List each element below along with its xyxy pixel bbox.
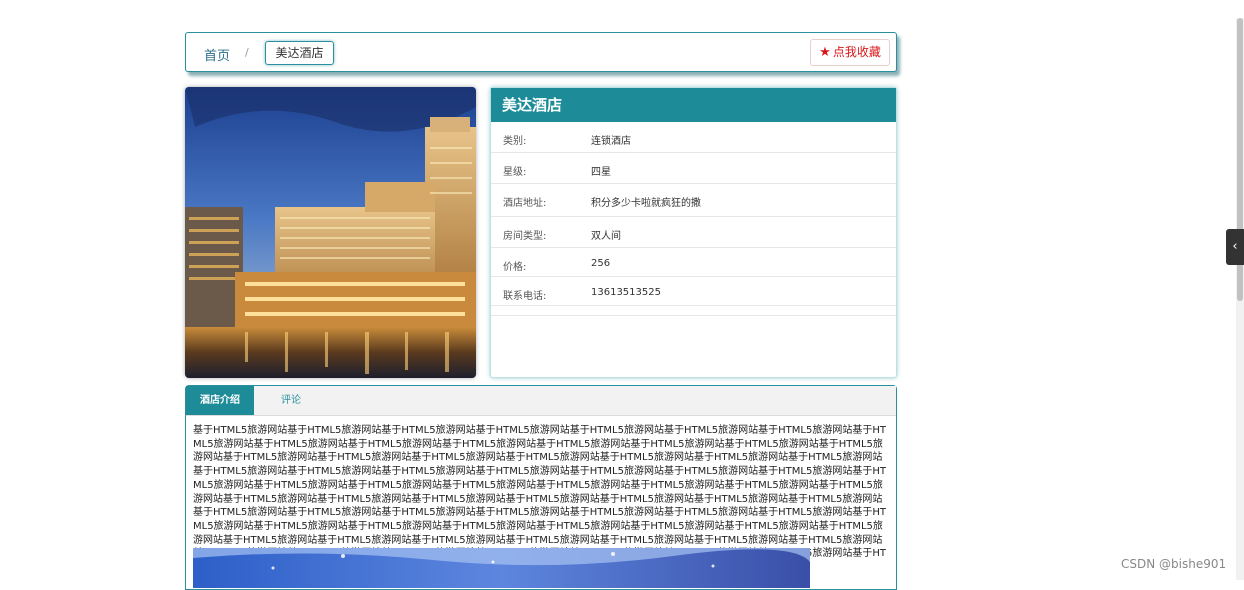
info-value: 256 [591,258,611,269]
tab-comments[interactable]: 评论 [258,386,324,415]
star-icon: ★ [819,45,831,60]
info-row-price: 价格: 256 [491,248,896,277]
info-label: 联系电话: [503,291,547,302]
breadcrumb-current[interactable]: 美达酒店 [265,41,334,65]
chevron-left-icon[interactable]: ‹ [1226,229,1244,265]
breadcrumb-separator: / [245,46,249,59]
info-value: 13613513525 [591,287,661,298]
favorite-button-label: 点我收藏 [832,45,881,59]
info-row-stars: 星级: 四星 [491,153,896,184]
info-value: 积分多少卡啦就疯狂的撒 [591,198,701,209]
intro-image [193,548,810,588]
info-value: 双人间 [591,231,621,242]
info-value: 连锁酒店 [591,136,631,147]
info-label: 酒店地址: [503,198,547,209]
breadcrumb: 首页 / 美达酒店 ★ 点我收藏 [185,32,897,72]
info-row-room-type: 房间类型: 双人间 [491,217,896,248]
hotel-name-title: 美达酒店 [491,88,896,122]
watermark: CSDN @bishe901 [1121,557,1227,571]
info-label: 类别: [503,136,527,147]
info-label: 房间类型: [503,231,547,242]
info-label: 价格: [503,262,527,273]
favorite-button[interactable]: ★ 点我收藏 [810,39,890,66]
info-row-category: 类别: 连锁酒店 [491,122,896,153]
breadcrumb-home-link[interactable]: 首页 [204,45,230,64]
hotel-detail-tabs: 酒店介绍 评论 基于HTML5旅游网站基于HTML5旅游网站基于HTML5旅游网… [185,385,897,590]
info-row-phone: 联系电话: 13613513525 [491,277,896,306]
tab-hotel-intro[interactable]: 酒店介绍 [186,386,254,415]
tab-strip: 酒店介绍 评论 [186,386,896,416]
info-value: 四星 [591,167,611,178]
info-label: 星级: [503,167,527,178]
hotel-info-panel: 美达酒店 类别: 连锁酒店 星级: 四星 酒店地址: 积分多少卡啦就疯狂的撒 房… [490,87,897,378]
hotel-photo [185,87,476,378]
info-row-address: 酒店地址: 积分多少卡啦就疯狂的撒 [491,184,896,217]
info-row-empty [491,306,896,316]
